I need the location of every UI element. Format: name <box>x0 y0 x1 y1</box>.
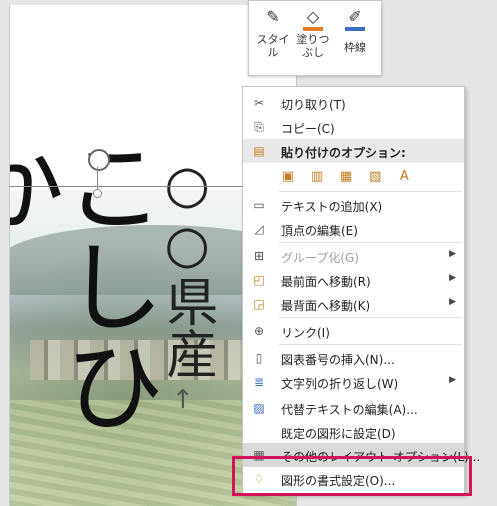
bring-front-icon: ◰ <box>253 273 265 287</box>
menu-item-link[interactable]: ⊕ リンク(I) <box>243 319 464 343</box>
rotation-handle[interactable] <box>88 149 110 171</box>
send-back-icon: ◲ <box>253 297 265 311</box>
menu-item-copy[interactable]: ⎘ コピー(C) <box>243 115 464 139</box>
copy-icon: ⎘ <box>254 120 264 134</box>
menu-item-edit-points[interactable]: ◿ 頂点の編集(E) <box>243 217 464 241</box>
menu-item-add-text[interactable]: ▭ テキストの追加(X) <box>243 193 464 217</box>
title-vertical-text[interactable]: こしひか <box>10 135 164 506</box>
scissors-icon: ✂ <box>253 96 265 110</box>
alt-text-icon: ▨ <box>253 401 265 415</box>
pen-outline-icon: ✐ <box>348 7 362 26</box>
menu-item-group[interactable]: ⊞ グループ化(G) ▶ <box>243 244 464 268</box>
mini-toolbar: ✎ スタイ ル ◇ 塗りつ ぶし ✐ 枠線 <box>248 0 382 76</box>
paste-options-row: ▣ ▥ ▦ ▧ A <box>279 165 419 189</box>
link-icon: ⊕ <box>253 324 265 338</box>
wrap-text-icon: ≣ <box>253 375 265 389</box>
menu-item-set-default-shape[interactable]: 既定の図形に設定(D) <box>243 420 464 444</box>
paste-text-only-icon[interactable]: A <box>395 167 413 187</box>
context-menu: ✂ 切り取り(T) ⎘ コピー(C) ▤ 貼り付けのオプション: ▣ ▥ ▦ ▧… <box>242 86 480 495</box>
paste-picture-icon[interactable]: ▦ <box>337 167 355 187</box>
menu-item-wrap-text[interactable]: ≣ 文字列の折り返し(W) ▶ <box>243 370 464 394</box>
paste-merge-icon[interactable]: ▥ <box>308 167 326 187</box>
edit-points-icon: ◿ <box>254 222 264 236</box>
submenu-arrow-icon: ▶ <box>449 273 456 283</box>
paste-link-icon[interactable]: ▧ <box>366 167 384 187</box>
menu-item-insert-caption[interactable]: ▯ 図表番号の挿入(N)... <box>243 346 464 370</box>
prefecture-vertical-text[interactable]: ○○県産 <box>155 155 217 379</box>
menu-item-bring-front[interactable]: ◰ 最前面へ移動(R) ▶ <box>243 268 464 292</box>
submenu-arrow-icon: ▶ <box>449 249 456 259</box>
group-icon: ⊞ <box>253 249 265 263</box>
menu-item-cut[interactable]: ✂ 切り取り(T) <box>243 91 464 115</box>
paste-options-header: ▤ 貼り付けのオプション: <box>243 139 464 163</box>
shape-style-icon: ✎ <box>266 7 280 26</box>
outline-button[interactable]: ✐ 枠線 <box>335 7 375 69</box>
menu-item-edit-alt-text[interactable]: ▨ 代替テキストの編集(A)... <box>243 396 464 420</box>
arrow-shape[interactable]: ↑ <box>172 385 194 415</box>
fill-color-bar <box>303 27 323 31</box>
caption-icon: ▯ <box>255 351 263 365</box>
submenu-arrow-icon: ▶ <box>449 297 456 307</box>
outline-color-bar <box>345 27 365 31</box>
clipboard-icon: ▤ <box>253 144 265 158</box>
text-box-icon: ▭ <box>253 198 265 212</box>
highlight-box <box>232 456 472 496</box>
menu-item-send-back[interactable]: ◲ 最背面へ移動(K) ▶ <box>243 292 464 316</box>
submenu-arrow-icon: ▶ <box>449 375 456 385</box>
paint-bucket-icon: ◇ <box>306 7 320 26</box>
fill-button[interactable]: ◇ 塗りつ ぶし <box>293 7 333 69</box>
resize-handle[interactable] <box>93 189 102 198</box>
style-button[interactable]: ✎ スタイ ル <box>253 7 293 69</box>
paste-keep-format-icon[interactable]: ▣ <box>279 167 297 187</box>
